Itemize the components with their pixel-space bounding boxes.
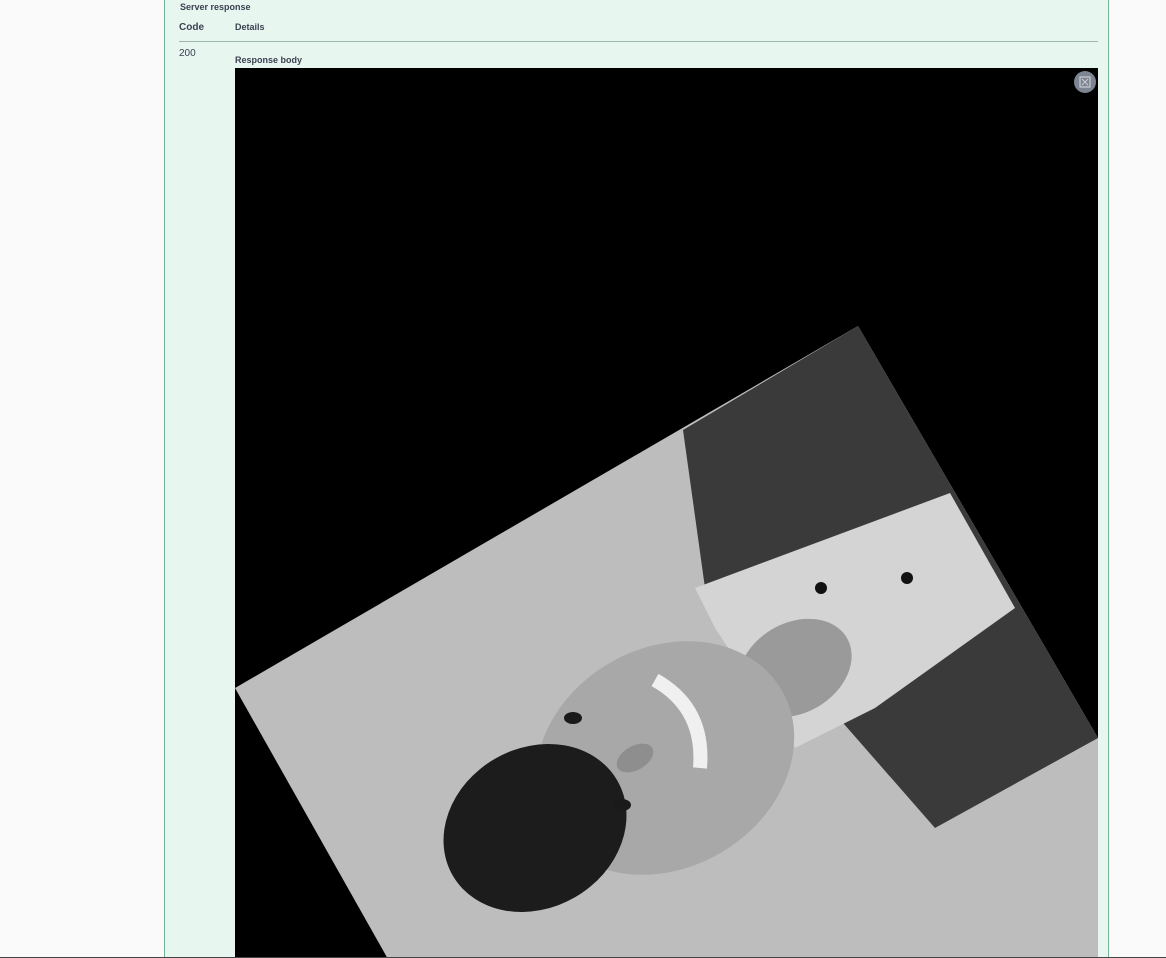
rotated-portrait-photo bbox=[235, 68, 1098, 958]
response-body-label: Response body bbox=[235, 55, 303, 65]
server-response-panel: Server response Code Details 200 Respons… bbox=[164, 0, 1109, 958]
details-column-header: Details bbox=[235, 22, 265, 32]
header-divider bbox=[179, 41, 1098, 42]
expand-image-button[interactable] bbox=[1074, 71, 1096, 93]
section-title: Server response bbox=[180, 2, 251, 12]
code-column-header: Code bbox=[179, 22, 204, 33]
status-code: 200 bbox=[179, 48, 196, 59]
expand-icon bbox=[1079, 76, 1091, 88]
response-image bbox=[235, 68, 1098, 958]
